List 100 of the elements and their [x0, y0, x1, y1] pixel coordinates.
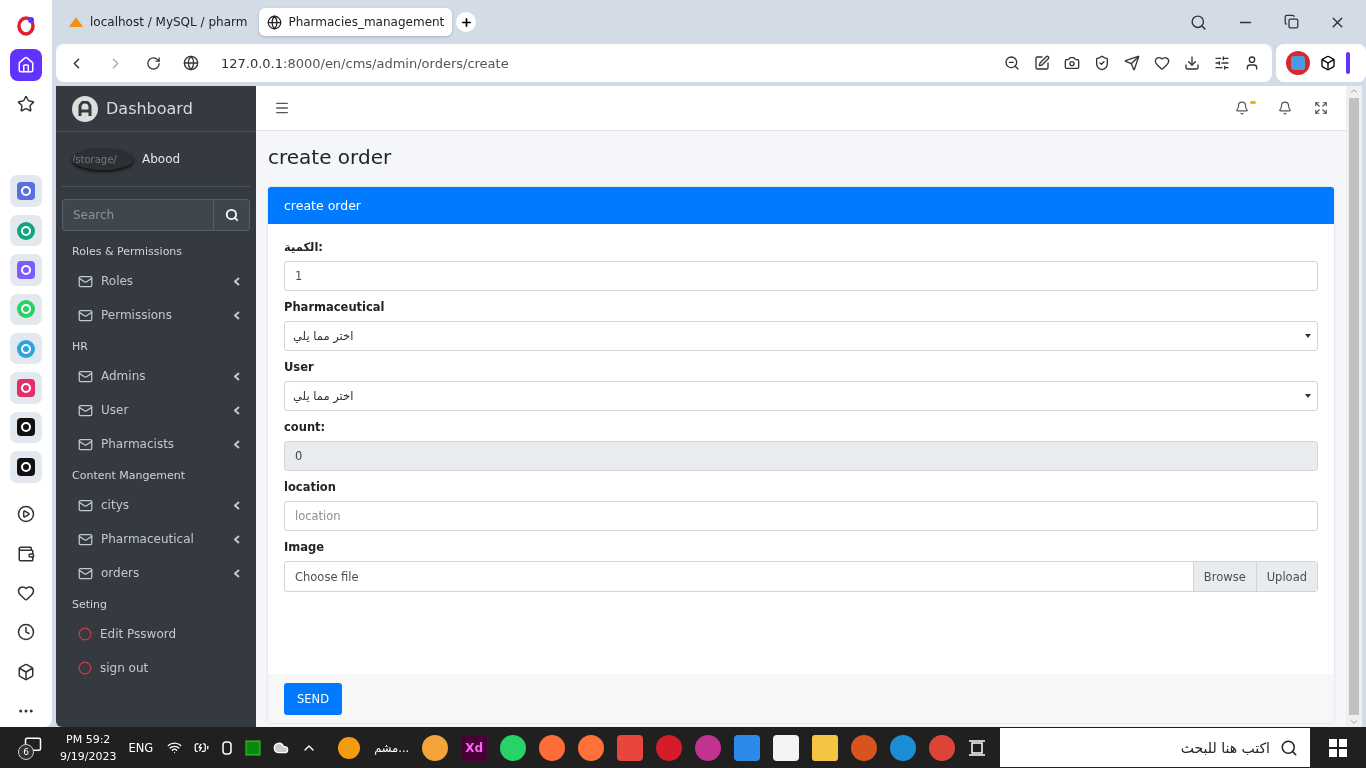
chevron-icon: [234, 276, 240, 286]
field-label: User: [284, 360, 315, 374]
file-field[interactable]: Choose file Browse Upload: [284, 561, 1318, 592]
envelope-icon: [78, 531, 93, 547]
edit-icon[interactable]: [1034, 55, 1050, 71]
send-icon[interactable]: [1124, 55, 1140, 71]
circle-icon: [78, 661, 92, 675]
send-button[interactable]: SEND: [284, 683, 343, 715]
field-label: location: [284, 480, 337, 494]
envelope-icon: [78, 497, 93, 513]
search-icon[interactable]: [1280, 738, 1298, 757]
chevron-icon: [234, 405, 240, 415]
menu-icon[interactable]: [274, 100, 290, 116]
nav-item[interactable]: Permissions: [56, 298, 256, 332]
section-header: Roles & Permissions: [71, 244, 184, 260]
battery-icon[interactable]: [194, 740, 210, 755]
taskbar-search-bar[interactable]: اكتب هنا للبحث: [1000, 728, 1310, 767]
browser-tab[interactable]: Pharmacies_management: [259, 8, 453, 36]
search-icon[interactable]: [1190, 13, 1207, 31]
card-header: create order: [268, 187, 1334, 224]
envelope-icon: [78, 368, 93, 384]
profile-icon[interactable]: [1244, 55, 1260, 71]
wifi-icon[interactable]: [167, 740, 183, 755]
field-label: Pharmaceutical: [284, 300, 386, 314]
brand-title[interactable]: Dashboard: [106, 99, 193, 118]
circle-icon: [78, 627, 92, 641]
nav-item[interactable]: orders: [56, 556, 256, 590]
nav-item[interactable]: User: [56, 393, 256, 427]
nav-item[interactable]: sign out: [56, 651, 256, 685]
input-field[interactable]: 1: [284, 261, 1318, 291]
fullscreen-icon[interactable]: [1314, 101, 1328, 115]
zoom-icon[interactable]: [1004, 55, 1020, 71]
user-name[interactable]: Abood: [142, 152, 181, 166]
chevron-icon: [234, 439, 240, 449]
app-icon[interactable]: [773, 734, 800, 761]
task-view-icon[interactable]: [968, 738, 987, 757]
nav-item[interactable]: Pharmaceutical: [56, 522, 256, 556]
envelope-icon: [78, 273, 93, 289]
file-button[interactable]: Browse: [1192, 562, 1256, 591]
nav-item[interactable]: citys: [56, 488, 256, 522]
field-label: الكمية:: [284, 240, 324, 254]
app-icon[interactable]: [337, 735, 362, 760]
section-header: Seting: [71, 597, 109, 613]
search-field[interactable]: Search: [63, 200, 213, 230]
app-icon[interactable]: Xd: [461, 734, 488, 761]
sidebar-handle: [1346, 52, 1350, 74]
new-tab-icon[interactable]: [456, 12, 477, 32]
restore-icon[interactable]: [1284, 13, 1299, 29]
app-icon[interactable]: [422, 734, 449, 761]
app-icon[interactable]: [812, 734, 839, 761]
app-icon[interactable]: [578, 734, 605, 761]
field-label: count:: [284, 420, 327, 434]
envelope-icon: [78, 402, 93, 418]
language-indicator[interactable]: ENG: [128, 740, 154, 755]
app-icon[interactable]: [539, 734, 566, 761]
browser-tab[interactable]: localhost / MySQL / pharm: [60, 8, 256, 36]
section-header: HR: [71, 339, 89, 355]
taskbar-clock[interactable]: PM 59:2 9/19/2023: [60, 730, 117, 765]
file-button[interactable]: Upload: [1255, 562, 1317, 591]
user-avatar: /storage/: [72, 148, 134, 170]
notification-icon[interactable]: [1235, 101, 1256, 115]
home-icon[interactable]: [10, 49, 42, 81]
download-icon[interactable]: [1184, 55, 1200, 71]
select-field[interactable]: اختر مما يلي: [284, 321, 1318, 351]
select-field[interactable]: اختر مما يلي: [284, 381, 1318, 411]
app-icon[interactable]: [10, 451, 42, 483]
app-icon[interactable]: [500, 734, 527, 761]
input-field[interactable]: location: [284, 501, 1318, 531]
windows-logo-icon[interactable]: [1329, 738, 1347, 757]
nav-item[interactable]: Roles: [56, 264, 256, 298]
envelope-icon: [78, 565, 93, 581]
reload-icon[interactable]: [146, 55, 161, 71]
chevron-icon: [234, 310, 240, 320]
search-icon: [224, 208, 239, 222]
bell-icon[interactable]: [1278, 101, 1292, 115]
chevron-icon: [234, 371, 240, 381]
heart-icon[interactable]: [1154, 55, 1170, 71]
app-icon[interactable]: [10, 411, 42, 444]
logo-icon: [72, 95, 98, 122]
address-field[interactable]: 127.0.0.1:8000/en/cms/admin/orders/create: [221, 55, 509, 71]
nav-item[interactable]: Admins: [56, 359, 256, 393]
chevron-icon: [234, 500, 240, 510]
extension-icon[interactable]: [1286, 51, 1310, 75]
nav-item[interactable]: Edit Pssword: [56, 617, 256, 651]
search-bar[interactable]: Search: [62, 199, 250, 231]
chevron-icon: [234, 534, 240, 544]
globe-icon: [183, 55, 199, 71]
nav-item[interactable]: Pharmacists: [56, 427, 256, 461]
app-tray-icon[interactable]: [245, 739, 262, 756]
chevron-icon: [234, 568, 240, 578]
globe-icon: [267, 14, 283, 30]
field-label: Image: [284, 540, 326, 554]
section-header: Content Mangement: [71, 468, 186, 484]
caret-icon: [1305, 334, 1311, 338]
envelope-icon: [78, 307, 93, 323]
sliders-icon[interactable]: [1214, 55, 1230, 71]
envelope-icon: [78, 436, 93, 452]
taskbar-app-title[interactable]: مشم...: [374, 740, 410, 755]
cube-icon[interactable]: [1320, 55, 1336, 71]
shield-icon[interactable]: [1094, 55, 1110, 71]
